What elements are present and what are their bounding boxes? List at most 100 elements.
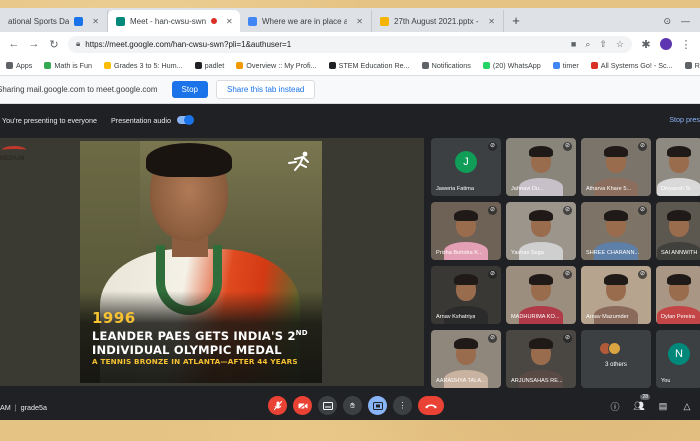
participant-tile[interactable]: ⊘ Yashas Sega: [506, 202, 576, 260]
url-text: https://meet.google.com/han-cwsu-swn?pli…: [85, 39, 292, 49]
bookmark-whatsapp[interactable]: (20) WhatsApp: [482, 61, 541, 70]
bookmark-label: Apps: [16, 61, 33, 70]
participant-tile[interactable]: ⊘ Arnav Mazumder: [581, 266, 651, 324]
close-icon[interactable]: ✕: [92, 17, 99, 26]
tab-meet[interactable]: Meet - han-cwsu-swn ✕: [108, 10, 240, 32]
school-logo: MEDIUM: [0, 146, 32, 174]
url-tools: ■ ⌕ ⇧ ☆: [571, 39, 624, 50]
bookmark-icon: [103, 62, 111, 69]
present-button[interactable]: [368, 396, 387, 415]
close-icon[interactable]: ✕: [488, 17, 495, 26]
participant-tile[interactable]: J ⊘ Jaweria Fatima: [431, 138, 501, 196]
mic-off-icon: ⊘: [563, 334, 572, 343]
bookmark-apps[interactable]: Apps: [6, 61, 32, 70]
others-tile[interactable]: 3 others: [581, 330, 651, 388]
participant-tile[interactable]: ⊘ Atharva Khare 5...: [581, 138, 651, 196]
bookmark-overview[interactable]: Overview :: My Profi...: [236, 61, 317, 70]
bookmark-label: (20) WhatsApp: [492, 61, 541, 70]
bookmark-all-systems-go[interactable]: All Systems Go! - Sc...: [590, 61, 673, 70]
bookmark-notifications[interactable]: Notifications: [421, 61, 471, 70]
drive-icon: [248, 16, 257, 26]
slides-icon: [380, 16, 389, 26]
tab-title: Where we are in place and time: [262, 16, 347, 26]
profile-avatar[interactable]: [660, 38, 672, 50]
bookmark-icon: [236, 62, 244, 69]
self-tile[interactable]: N You: [656, 330, 700, 388]
bookmark-stem[interactable]: STEM Education Re...: [328, 61, 410, 70]
participant-tile[interactable]: SAI ANNWITH: [656, 202, 700, 260]
bookmark-icon: [421, 62, 429, 69]
presentation-stage: MEDIUM 1996 LEANDER PAES GETS INDIA'S 2N…: [0, 138, 424, 386]
participant-tile[interactable]: ⊘ MADHURIMA KO...: [506, 266, 576, 324]
bookmark-math-is-fun[interactable]: Math is Fun: [44, 61, 92, 70]
hang-up-icon: [425, 404, 437, 408]
close-icon[interactable]: ✕: [226, 17, 233, 26]
info-button[interactable]: ⓘ: [608, 399, 622, 413]
stop-sharing-button[interactable]: Stop: [171, 81, 208, 98]
participant-video: [454, 210, 478, 238]
participant-tile[interactable]: Dylan Pereira: [656, 266, 700, 324]
participant-tile[interactable]: Divyansh Si: [656, 138, 700, 196]
avatar: N: [668, 343, 690, 366]
tab-pptx[interactable]: 27th August 2021.pptx - Google ✕: [372, 10, 504, 32]
bookmark-padlet[interactable]: padlet: [194, 61, 224, 70]
share-icon[interactable]: ⇧: [599, 39, 607, 50]
close-icon[interactable]: ✕: [356, 17, 363, 26]
participant-name: SHREE CHARANN...: [586, 250, 640, 256]
star-icon[interactable]: ☆: [616, 39, 624, 50]
bookmark-icon: [44, 62, 52, 69]
more-options-button[interactable]: ⋮: [393, 396, 412, 415]
mic-off-icon: ⊘: [563, 142, 572, 151]
leave-call-button[interactable]: [418, 396, 444, 415]
raise-hand-button[interactable]: ✋︎: [343, 396, 362, 415]
camera-icon[interactable]: ■: [571, 39, 576, 50]
back-icon[interactable]: ←: [8, 38, 20, 50]
slide-headline: LEANDER PAES GETS INDIA'S 2ND INDIVIDUAL…: [92, 326, 322, 357]
meet-icon: [116, 16, 125, 26]
camera-off-button[interactable]: [293, 396, 312, 415]
captions-icon: [322, 401, 333, 410]
menu-icon[interactable]: ⋮: [680, 38, 692, 51]
participant-name: ARJUNSAHAS RE...: [511, 378, 563, 384]
bookmark-icon: [590, 62, 598, 69]
recording-icon: [211, 18, 218, 24]
presentation-audio-toggle[interactable]: [176, 115, 194, 125]
tab-where-we-are[interactable]: Where we are in place and time ✕: [240, 10, 372, 32]
captions-button[interactable]: [318, 396, 337, 415]
reload-icon[interactable]: ↻: [48, 38, 60, 51]
forward-icon[interactable]: →: [28, 38, 40, 50]
new-tab-button[interactable]: +: [504, 10, 528, 32]
share-this-tab-button[interactable]: Share this tab instead: [216, 80, 316, 99]
bookmark-label: STEM Education Re...: [338, 61, 410, 70]
bookmark-icon: [684, 62, 692, 69]
tab-search-icon[interactable]: ⊙: [663, 16, 671, 27]
mic-off-icon: ⊘: [488, 142, 497, 151]
tab-sports-day-video[interactable]: ational Sports Day Video · ✕: [0, 10, 108, 32]
sharing-text: Sharing mail.google.com to meet.google.c…: [0, 85, 158, 94]
chat-button[interactable]: ▤: [656, 399, 670, 413]
participant-tile[interactable]: ⊘ AARADHYA TALA...: [431, 330, 501, 388]
people-button[interactable]: 👥︎ 28: [632, 394, 650, 413]
participant-tile[interactable]: ⊘ Prisha Bohidra K...: [431, 202, 501, 260]
participant-video: [529, 274, 553, 302]
window-controls: ⊙ —: [663, 10, 700, 32]
minimize-icon[interactable]: —: [681, 16, 690, 26]
zoom-icon[interactable]: ⌕: [585, 39, 590, 50]
stop-presenting-button[interactable]: Stop pres: [669, 115, 700, 124]
participant-tile[interactable]: ⊘ SHREE CHARANN...: [581, 202, 651, 260]
participant-tile[interactable]: ⊘ Arnav Kshatriya: [431, 266, 501, 324]
mic-off-button[interactable]: [268, 396, 287, 415]
bookmark-re[interactable]: Re: [684, 61, 700, 70]
participant-video: [667, 146, 691, 174]
bookmark-timer[interactable]: timer: [552, 61, 579, 70]
bookmark-label: Notifications: [431, 61, 471, 70]
extensions-icon[interactable]: ✱: [640, 38, 652, 51]
url-field[interactable]: 🔒︎ https://meet.google.com/han-cwsu-swn?…: [68, 35, 632, 53]
activities-button[interactable]: △: [680, 399, 694, 413]
bookmark-grades[interactable]: Grades 3 to 5: Hum...: [103, 61, 183, 70]
mic-off-icon: ⊘: [638, 142, 647, 151]
bookmark-icon: [328, 62, 336, 69]
participant-tile[interactable]: ⊘ ARJUNSAHAS RE...: [506, 330, 576, 388]
tab-title: ational Sports Day Video ·: [8, 16, 70, 26]
participant-tile[interactable]: ⊘ Jahnavi Du...: [506, 138, 576, 196]
